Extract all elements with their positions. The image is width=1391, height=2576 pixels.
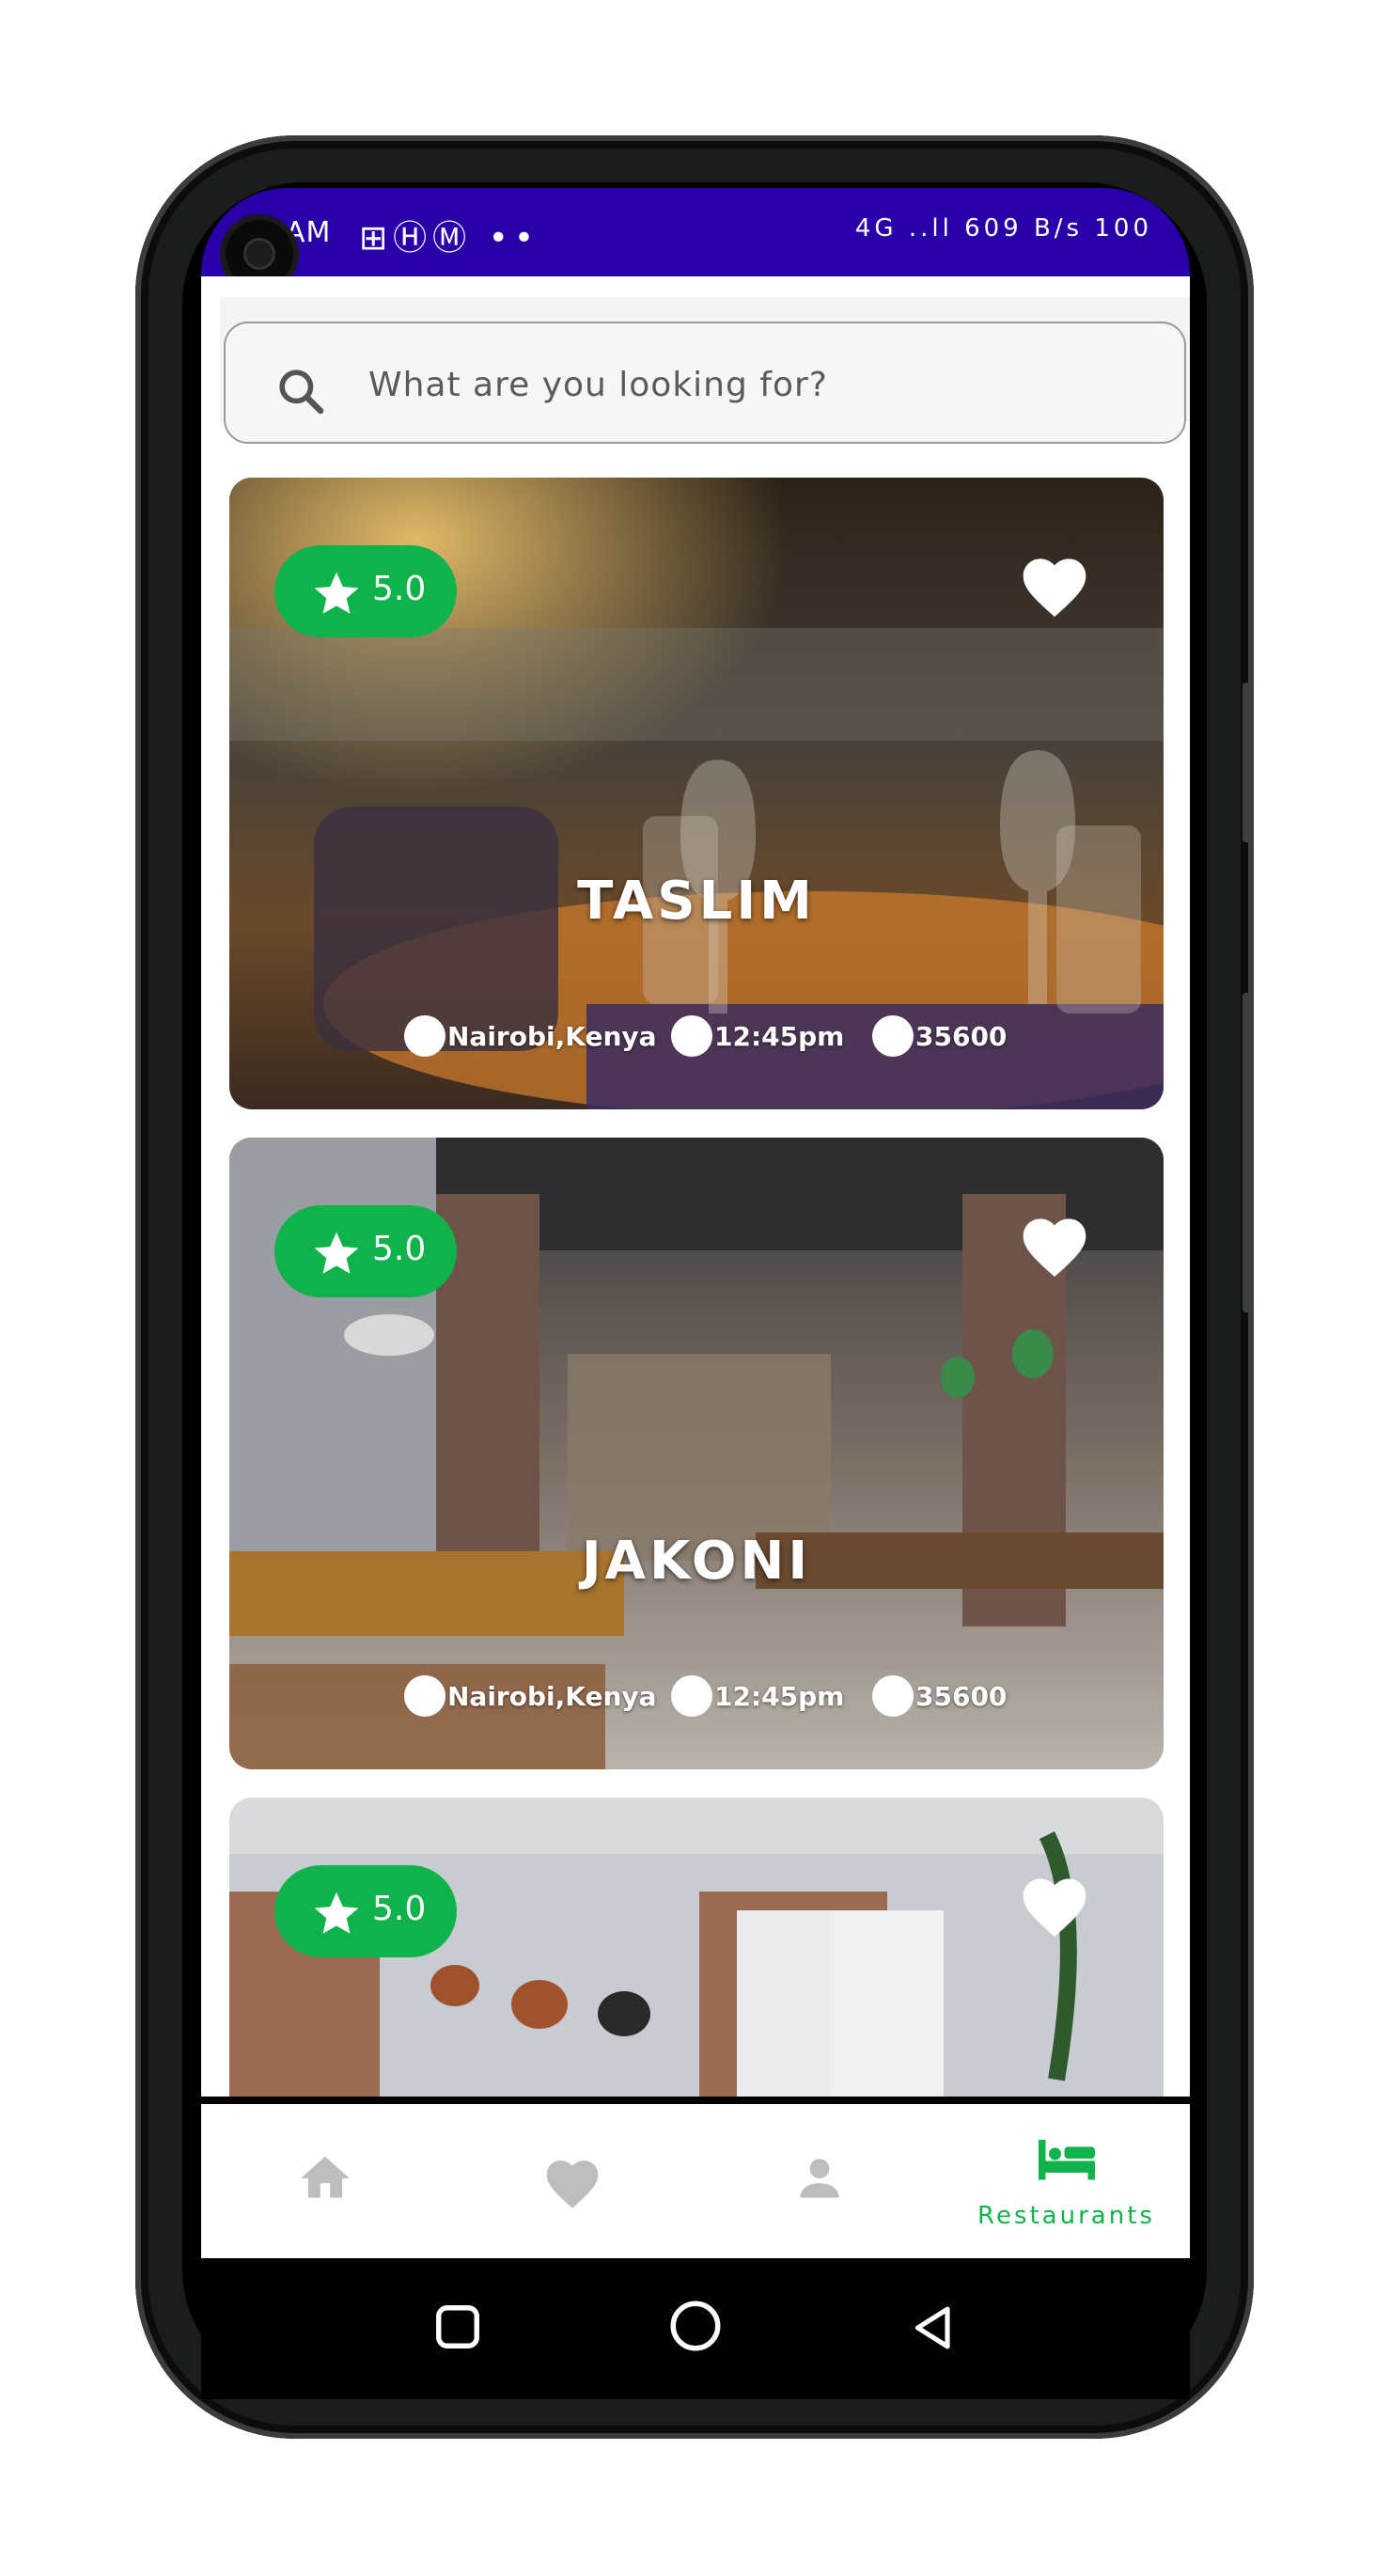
volume-button [1243,683,1252,842]
heart-icon [546,2160,598,2208]
time-text: 12:45pm [714,1680,845,1712]
person-icon [799,2159,839,2198]
clock-icon [671,1015,712,1057]
rating-badge: 5.0 [274,1865,457,1957]
price-info: 35600 [872,1015,1007,1057]
rating-value: 5.0 [372,570,427,608]
nav-restaurants-label: Restaurants [977,2202,1155,2230]
restaurant-name: JAKONI [581,1531,812,1592]
rating-badge: 5.0 [274,1205,457,1297]
price-icon [872,1675,914,1717]
rating-badge: 5.0 [274,545,457,637]
price-info: 35600 [872,1675,1007,1717]
status-bar: AM ⊞ⒽⓂ •• 4G ..ll 609 B/s 100 [201,188,1190,276]
location-icon [404,1675,445,1717]
system-status-icons: 4G ..ll 609 B/s 100 [854,214,1152,243]
favorite-heart-icon[interactable] [1017,1869,1092,1939]
time-info: 12:45pm [671,1675,844,1717]
location-info: Nairobi,Kenya [404,1675,657,1717]
bottom-navigation: Restaurants [201,2104,1190,2258]
price-text: 35600 [915,1020,1008,1052]
restaurant-name: TASLIM [577,871,816,932]
rating-value: 5.0 [372,1230,427,1268]
favorite-heart-icon[interactable] [1017,549,1092,619]
system-navigation-bar [201,2258,1190,2399]
price-icon [872,1015,914,1057]
nav-profile[interactable] [696,2104,943,2258]
star-icon [314,1232,359,1274]
restaurant-card[interactable]: 5.0 [229,1798,1164,2097]
bed-icon [1038,2140,1095,2180]
location-info: Nairobi,Kenya [404,1015,657,1057]
power-button [1243,993,1252,1312]
search-bar[interactable] [224,322,1186,444]
search-icon [279,369,324,415]
back-icon[interactable] [908,2301,961,2354]
restaurant-card[interactable]: 5.0 TASLIM Nairobi,Kenya 12:45pm 35600 [229,478,1164,1109]
nav-home[interactable] [201,2104,448,2258]
notification-icons: ⊞ⒽⓂ •• [359,219,540,258]
price-text: 35600 [915,1680,1008,1712]
recent-apps-icon[interactable] [432,2301,483,2352]
location-icon [404,1015,445,1057]
nav-favorites[interactable] [448,2104,696,2258]
restaurant-card[interactable]: 5.0 JAKONI Nairobi,Kenya 12:45pm 35600 [229,1138,1164,1769]
time-info: 12:45pm [671,1015,844,1057]
home-icon [300,2156,350,2198]
search-input[interactable] [367,359,1122,410]
rating-value: 5.0 [372,1890,427,1928]
favorite-heart-icon[interactable] [1017,1209,1092,1279]
status-time: AM [286,216,332,249]
time-text: 12:45pm [714,1020,845,1052]
location-text: Nairobi,Kenya [447,1680,657,1712]
star-icon [314,572,359,614]
location-text: Nairobi,Kenya [447,1020,657,1052]
clock-icon [671,1675,712,1717]
star-icon [314,1892,359,1934]
app-content: 5.0 TASLIM Nairobi,Kenya 12:45pm 35600 [201,276,1190,2097]
nav-restaurants[interactable]: Restaurants [943,2104,1190,2258]
home-button-icon[interactable] [667,2298,724,2354]
